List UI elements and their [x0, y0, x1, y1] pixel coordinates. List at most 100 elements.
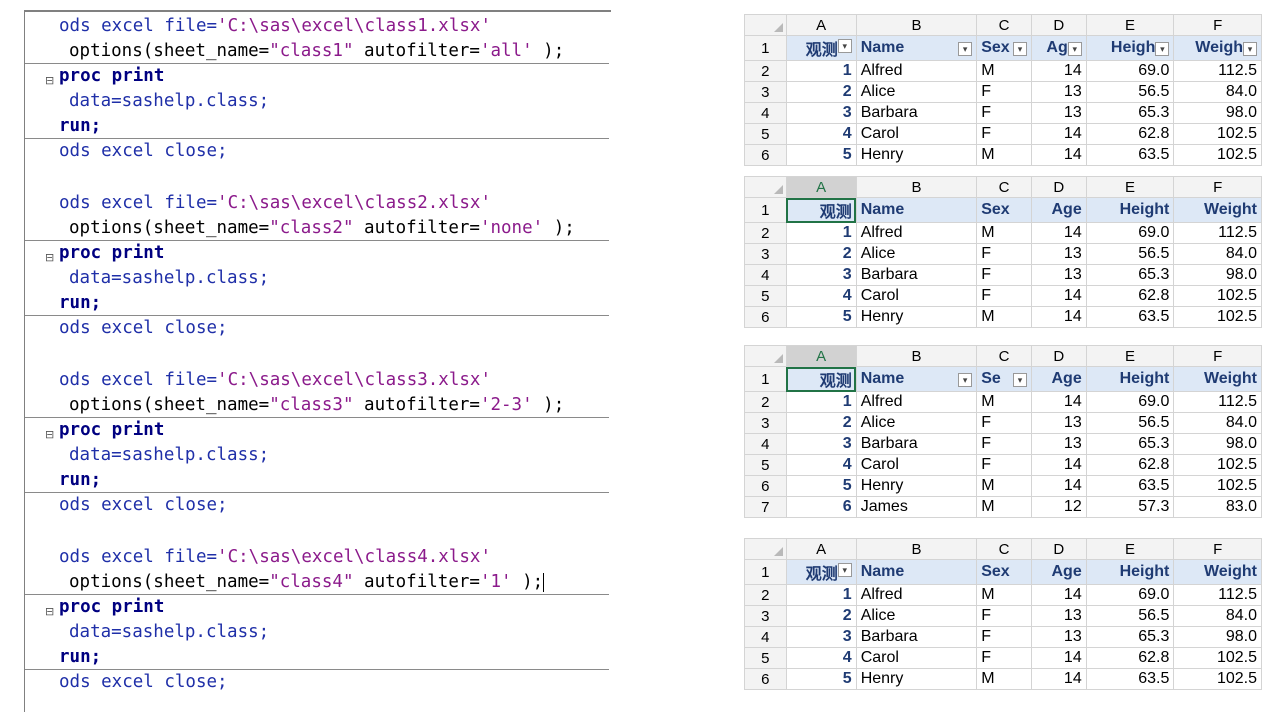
- code-line[interactable]: ods excel file='C:\sas\excel\class3.xlsx…: [25, 368, 609, 393]
- data-cell[interactable]: 2: [785, 243, 857, 265]
- data-cell[interactable]: M: [976, 475, 1032, 497]
- data-cell[interactable]: 57.3: [1085, 496, 1175, 518]
- column-header-d[interactable]: D: [1030, 14, 1087, 36]
- data-cell[interactable]: F: [976, 454, 1032, 476]
- data-cell[interactable]: F: [976, 102, 1032, 124]
- data-cell[interactable]: 65.3: [1085, 264, 1175, 286]
- header-cell[interactable]: 观测: [785, 366, 857, 392]
- row-number[interactable]: 5: [744, 123, 787, 145]
- filter-dropdown-icon[interactable]: ▾: [837, 39, 852, 53]
- data-cell[interactable]: Barbara: [855, 626, 978, 648]
- data-cell[interactable]: 5: [785, 306, 857, 328]
- row-number[interactable]: 4: [744, 102, 787, 124]
- code-line[interactable]: proc print ⊟: [25, 64, 609, 89]
- code-line[interactable]: proc print ⊟: [25, 418, 609, 443]
- code-line[interactable]: data=sashelp.class;: [25, 266, 609, 291]
- data-cell[interactable]: 102.5: [1173, 475, 1262, 497]
- column-header-e[interactable]: E: [1085, 14, 1175, 36]
- data-cell[interactable]: F: [976, 123, 1032, 145]
- header-cell[interactable]: ▾ Sex: [976, 35, 1032, 61]
- data-cell[interactable]: Alfred: [855, 391, 978, 413]
- header-cell[interactable]: ▾ Name: [855, 35, 978, 61]
- code-line[interactable]: ods excel close;: [25, 493, 609, 518]
- data-cell[interactable]: 3: [785, 626, 857, 648]
- row-number[interactable]: 4: [744, 433, 787, 455]
- data-cell[interactable]: 3: [785, 433, 857, 455]
- column-header-f[interactable]: F: [1173, 14, 1262, 36]
- column-header-a[interactable]: A: [785, 176, 857, 198]
- code-line[interactable]: run;: [25, 645, 609, 670]
- row-number[interactable]: 6: [744, 668, 787, 690]
- sas-code-editor[interactable]: ods excel file='C:\sas\excel\class1.xlsx…: [24, 10, 611, 712]
- column-header-d[interactable]: D: [1030, 176, 1087, 198]
- row-number[interactable]: 1: [744, 197, 787, 223]
- filter-dropdown-icon[interactable]: ▾: [837, 563, 852, 577]
- data-cell[interactable]: 13: [1030, 412, 1087, 434]
- data-cell[interactable]: 84.0: [1173, 243, 1262, 265]
- code-line[interactable]: options(sheet_name="class4" autofilter='…: [25, 570, 609, 595]
- code-line[interactable]: run;: [25, 291, 609, 316]
- column-header-c[interactable]: C: [976, 345, 1032, 367]
- data-cell[interactable]: 102.5: [1173, 306, 1262, 328]
- code-line[interactable]: data=sashelp.class;: [25, 443, 609, 468]
- row-number[interactable]: 5: [744, 285, 787, 307]
- data-cell[interactable]: 112.5: [1173, 391, 1262, 413]
- data-cell[interactable]: Alice: [855, 81, 978, 103]
- header-cell[interactable]: Age: [1030, 197, 1087, 223]
- data-cell[interactable]: 102.5: [1173, 123, 1262, 145]
- column-header-d[interactable]: D: [1030, 345, 1087, 367]
- data-cell[interactable]: 5: [785, 668, 857, 690]
- data-cell[interactable]: 2: [785, 605, 857, 627]
- data-cell[interactable]: 12: [1030, 496, 1087, 518]
- row-number[interactable]: 3: [744, 81, 787, 103]
- header-cell[interactable]: ▾ 观测: [785, 559, 857, 585]
- data-cell[interactable]: 69.0: [1085, 60, 1175, 82]
- column-header-f[interactable]: F: [1173, 345, 1262, 367]
- data-cell[interactable]: 1: [785, 60, 857, 82]
- data-cell[interactable]: 14: [1030, 144, 1087, 166]
- code-line[interactable]: proc print ⊟: [25, 595, 609, 620]
- data-cell[interactable]: 62.8: [1085, 123, 1175, 145]
- data-cell[interactable]: Carol: [855, 647, 978, 669]
- data-cell[interactable]: 1: [785, 391, 857, 413]
- data-cell[interactable]: 14: [1030, 123, 1087, 145]
- data-cell[interactable]: M: [976, 668, 1032, 690]
- code-line[interactable]: proc print ⊟: [25, 241, 609, 266]
- data-cell[interactable]: 112.5: [1173, 60, 1262, 82]
- data-cell[interactable]: 2: [785, 412, 857, 434]
- code-line[interactable]: ods excel file='C:\sas\excel\class4.xlsx…: [25, 545, 609, 570]
- data-cell[interactable]: 14: [1030, 668, 1087, 690]
- data-cell[interactable]: 13: [1030, 81, 1087, 103]
- header-cell[interactable]: Name: [855, 559, 978, 585]
- code-line[interactable]: run;: [25, 114, 609, 139]
- header-cell[interactable]: ▾ Heigh: [1085, 35, 1175, 61]
- data-cell[interactable]: 4: [785, 647, 857, 669]
- data-cell[interactable]: 14: [1030, 391, 1087, 413]
- header-cell[interactable]: Height: [1085, 197, 1175, 223]
- header-cell[interactable]: Height: [1085, 366, 1175, 392]
- column-header-e[interactable]: E: [1085, 176, 1175, 198]
- filter-dropdown-icon[interactable]: ▾: [1243, 42, 1257, 56]
- data-cell[interactable]: 69.0: [1085, 584, 1175, 606]
- data-cell[interactable]: 65.3: [1085, 433, 1175, 455]
- code-line[interactable]: ods excel file='C:\sas\excel\class2.xlsx…: [25, 191, 609, 216]
- header-cell[interactable]: Sex: [976, 197, 1032, 223]
- data-cell[interactable]: 84.0: [1173, 412, 1262, 434]
- row-number[interactable]: 3: [744, 412, 787, 434]
- column-header-e[interactable]: E: [1085, 345, 1175, 367]
- header-cell[interactable]: Age: [1030, 366, 1087, 392]
- data-cell[interactable]: Henry: [855, 668, 978, 690]
- data-cell[interactable]: 98.0: [1173, 264, 1262, 286]
- data-cell[interactable]: 102.5: [1173, 647, 1262, 669]
- data-cell[interactable]: 98.0: [1173, 433, 1262, 455]
- data-cell[interactable]: 65.3: [1085, 102, 1175, 124]
- data-cell[interactable]: 63.5: [1085, 306, 1175, 328]
- data-cell[interactable]: 2: [785, 81, 857, 103]
- row-number[interactable]: 1: [744, 366, 787, 392]
- data-cell[interactable]: 69.0: [1085, 222, 1175, 244]
- data-cell[interactable]: 4: [785, 123, 857, 145]
- code-line[interactable]: ods excel close;: [25, 670, 609, 695]
- select-all-corner[interactable]: [744, 345, 787, 367]
- data-cell[interactable]: 14: [1030, 285, 1087, 307]
- header-cell[interactable]: Weight: [1173, 366, 1262, 392]
